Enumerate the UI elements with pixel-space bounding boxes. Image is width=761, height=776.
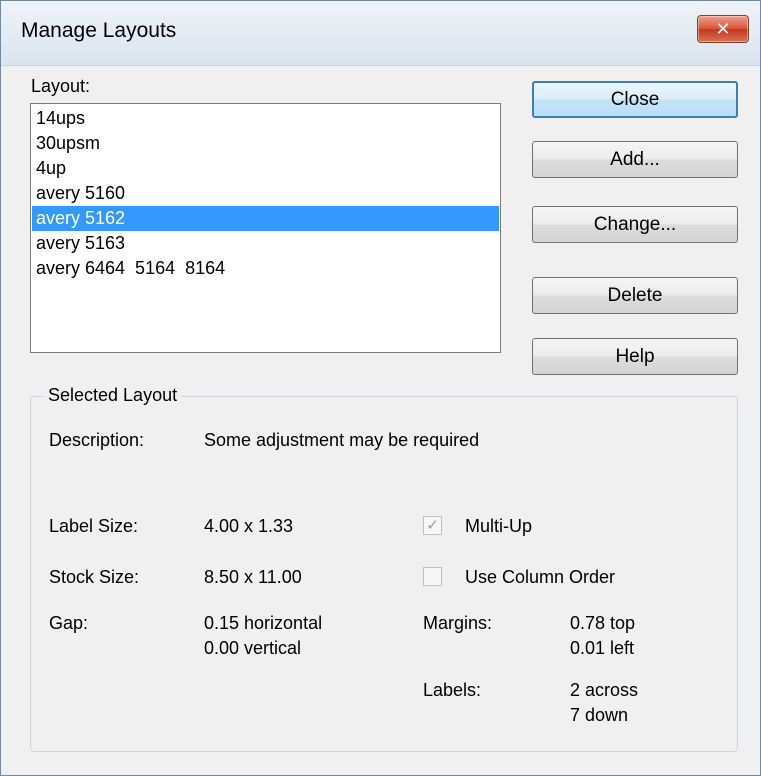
stock-size-value: 8.50 x 11.00 [204, 567, 302, 587]
stock-size-label: Stock Size: [49, 567, 140, 587]
margins-label: Margins: [423, 613, 493, 633]
multi-up-checkbox[interactable]: ✓ [423, 516, 442, 535]
labels-label: Labels: [423, 680, 482, 700]
margins-left-value: 0.01 left [570, 638, 635, 658]
labels-down-value: 7 down [570, 705, 629, 725]
selected-layout-title: Selected Layout [44, 385, 182, 406]
close-window-icon[interactable]: ✕ [697, 15, 749, 43]
gap-vertical-value: 0.00 vertical [204, 638, 302, 658]
list-item[interactable]: avery 5163 [32, 231, 499, 256]
window-title: Manage Layouts [21, 19, 177, 42]
add-button[interactable]: Add... [532, 141, 738, 178]
label-size-value: 4.00 x 1.33 [204, 516, 294, 536]
list-item[interactable]: 4up [32, 156, 499, 181]
list-item[interactable]: 14ups [32, 106, 499, 131]
list-item-selected[interactable]: avery 5162 [32, 206, 499, 231]
list-item[interactable]: avery 6464 5164 8164 [32, 256, 499, 281]
gap-label: Gap: [49, 613, 89, 633]
multi-up-label: Multi-Up [465, 516, 533, 536]
list-item[interactable]: avery 5160 [32, 181, 499, 206]
title-bar: Manage Layouts ✕ [1, 1, 760, 66]
description-label: Description: [49, 430, 145, 450]
label-size-label: Label Size: [49, 516, 139, 536]
gap-horizontal-value: 0.15 horizontal [204, 613, 323, 633]
list-item[interactable]: 30upsm [32, 131, 499, 156]
manage-layouts-dialog: Manage Layouts ✕ Layout: 14ups 30upsm 4u… [0, 0, 761, 776]
column-order-checkbox[interactable] [423, 567, 442, 586]
description-value: Some adjustment may be required [204, 430, 480, 450]
dialog-body: Layout: 14ups 30upsm 4up avery 5160 aver… [1, 66, 760, 775]
delete-button[interactable]: Delete [532, 277, 738, 314]
column-order-label: Use Column Order [465, 567, 616, 587]
close-button[interactable]: Close [532, 81, 738, 118]
labels-across-value: 2 across [570, 680, 639, 700]
change-button[interactable]: Change... [532, 206, 738, 243]
margins-top-value: 0.78 top [570, 613, 636, 633]
layout-listbox[interactable]: 14ups 30upsm 4up avery 5160 avery 5162 a… [30, 103, 501, 353]
help-button[interactable]: Help [532, 338, 738, 375]
layout-label: Layout: [31, 76, 91, 96]
